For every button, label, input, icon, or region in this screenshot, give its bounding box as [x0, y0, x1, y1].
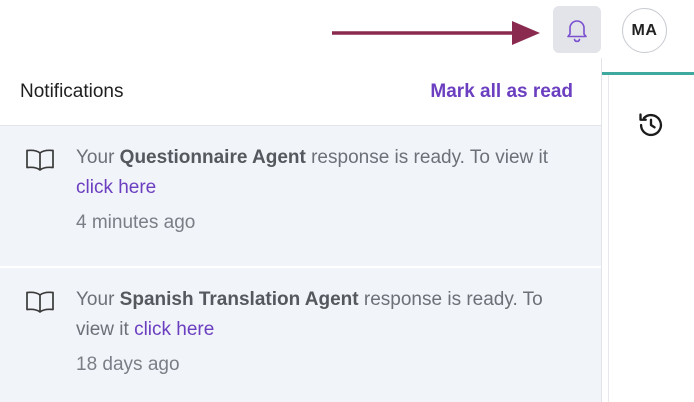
page: MA Notifications Mark all as read Your Q… [0, 0, 694, 402]
notification-time: 4 minutes ago [76, 212, 196, 233]
book-open-icon [26, 291, 54, 313]
notification-item: Your Questionnaire Agent response is rea… [0, 126, 601, 268]
notification-body: Your Spanish Translation Agent response … [76, 285, 576, 376]
bell-icon [567, 19, 587, 42]
panel-header: Notifications Mark all as read [0, 58, 601, 126]
view-link[interactable]: click here [134, 319, 214, 340]
panel-title: Notifications [20, 80, 124, 102]
agent-name: Spanish Translation Agent [119, 289, 359, 310]
annotation-arrow [332, 21, 540, 45]
agent-name: Questionnaire Agent [119, 147, 306, 168]
tab-underline [602, 72, 694, 75]
notification-body: Your Questionnaire Agent response is rea… [76, 143, 576, 234]
history-button[interactable] [636, 110, 666, 140]
user-avatar[interactable]: MA [622, 8, 667, 53]
message-prefix: Your [76, 147, 120, 168]
notification-message: Your Questionnaire Agent response is rea… [76, 143, 576, 203]
notification-message: Your Spanish Translation Agent response … [76, 285, 576, 345]
history-icon [639, 113, 663, 137]
notifications-button[interactable] [553, 6, 601, 53]
message-prefix: Your [76, 289, 120, 310]
notification-item: Your Spanish Translation Agent response … [0, 268, 601, 402]
mark-all-read-button[interactable]: Mark all as read [430, 81, 573, 103]
book-open-icon [26, 149, 54, 171]
view-link[interactable]: click here [76, 177, 156, 198]
sidebar-divider [608, 75, 609, 402]
notifications-panel: Notifications Mark all as read Your Ques… [0, 58, 602, 402]
message-middle: response is ready. To view it [305, 147, 549, 168]
notification-time: 18 days ago [76, 354, 180, 375]
